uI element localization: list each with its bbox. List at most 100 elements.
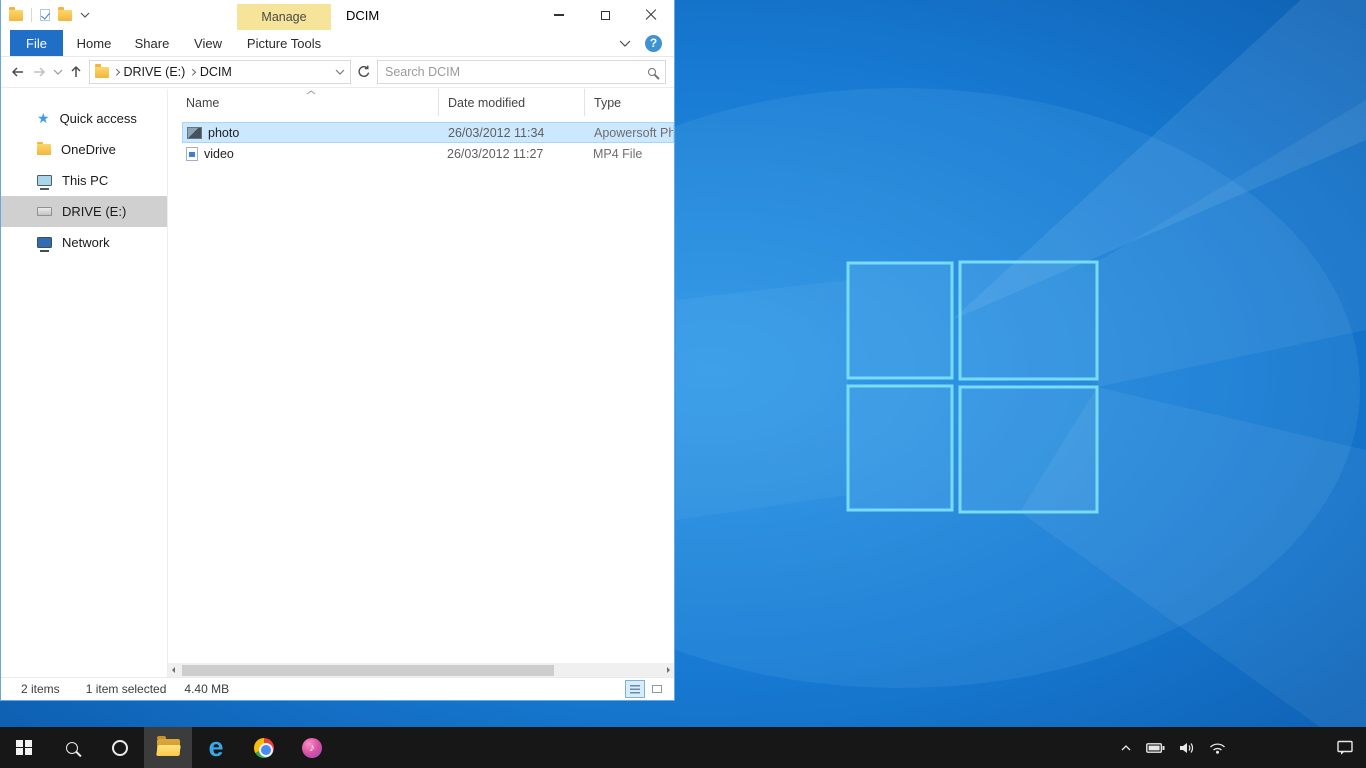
breadcrumb-separator-icon <box>189 69 195 75</box>
breadcrumb-separator-icon <box>113 69 119 75</box>
tab-view[interactable]: View <box>185 30 231 56</box>
file-name-cell: video <box>182 147 438 161</box>
customize-toolbar-chevron-icon[interactable] <box>80 12 90 18</box>
file-name: photo <box>208 126 239 140</box>
hidden-icons-chevron-icon[interactable] <box>1121 745 1131 751</box>
start-button[interactable] <box>0 727 48 768</box>
scrollbar-thumb[interactable] <box>182 665 554 676</box>
column-header-type[interactable]: Type <box>584 89 674 116</box>
help-icon[interactable] <box>645 35 662 52</box>
tab-picture-tools[interactable]: Picture Tools <box>237 30 331 56</box>
minimize-button[interactable] <box>536 0 582 30</box>
recent-locations-chevron-icon[interactable] <box>53 69 63 75</box>
minimize-icon <box>554 14 564 15</box>
sidebar-item-drive-e[interactable]: DRIVE (E:) <box>1 196 167 227</box>
file-row-video[interactable]: video 26/03/2012 11:27 MP4 File <box>182 143 674 164</box>
sidebar-item-label: DRIVE (E:) <box>62 204 126 219</box>
large-icons-view-button[interactable] <box>648 681 666 697</box>
sidebar-item-this-pc[interactable]: This PC <box>1 165 167 196</box>
breadcrumb-dcim[interactable]: DCIM <box>200 65 232 79</box>
this-pc-icon <box>37 175 52 186</box>
breadcrumb-drive[interactable]: DRIVE (E:) <box>124 65 186 79</box>
back-button[interactable] <box>9 64 26 80</box>
status-bar: 2 items 1 item selected 4.40 MB <box>1 677 674 700</box>
tab-home[interactable]: Home <box>71 30 117 56</box>
view-toggles <box>626 681 674 697</box>
itunes-taskbar-button[interactable] <box>288 727 336 768</box>
file-date-cell: 26/03/2012 11:34 <box>439 126 585 140</box>
explorer-window-icon <box>9 10 23 21</box>
edge-taskbar-button[interactable] <box>192 727 240 768</box>
sidebar-item-label: Quick access <box>60 111 137 126</box>
file-row-photo[interactable]: photo 26/03/2012 11:34 Apowersoft Pho <box>182 122 674 143</box>
file-list: Name Date modified Type photo 26/03/2012… <box>168 89 674 677</box>
quick-access-star-icon <box>37 111 50 126</box>
search-box <box>377 60 666 84</box>
close-button[interactable] <box>628 0 674 30</box>
sidebar-item-network[interactable]: Network <box>1 227 167 258</box>
action-center-button[interactable] <box>1337 727 1354 768</box>
title-bar: Manage DCIM <box>1 0 674 30</box>
onedrive-icon <box>37 144 51 155</box>
new-folder-icon[interactable] <box>58 10 72 21</box>
video-file-icon <box>186 147 198 161</box>
details-view-icon <box>630 685 640 694</box>
properties-icon[interactable] <box>40 9 50 21</box>
volume-icon[interactable] <box>1180 742 1194 754</box>
scroll-left-arrow[interactable] <box>172 667 175 673</box>
windows-logo <box>848 262 1097 512</box>
window-title: DCIM <box>346 0 379 30</box>
refresh-button[interactable] <box>356 64 372 80</box>
horizontal-scrollbar[interactable] <box>168 663 674 677</box>
windows-logo-icon <box>16 740 32 756</box>
search-input[interactable] <box>385 65 648 79</box>
maximize-button[interactable] <box>582 0 628 30</box>
details-view-button[interactable] <box>626 681 644 697</box>
column-header-row: Name Date modified Type <box>168 89 674 116</box>
sidebar-item-label: Network <box>62 235 110 250</box>
edge-icon <box>208 734 223 761</box>
network-icon <box>37 237 52 248</box>
cortana-button[interactable] <box>96 727 144 768</box>
file-explorer-icon <box>157 739 180 756</box>
manage-contextual-group[interactable]: Manage <box>237 4 331 30</box>
window-controls <box>536 0 674 30</box>
expand-ribbon-chevron-icon[interactable] <box>619 40 631 47</box>
up-button[interactable] <box>68 64 84 80</box>
file-date-cell: 26/03/2012 11:27 <box>438 147 584 161</box>
forward-button[interactable] <box>31 64 48 80</box>
photo-file-icon <box>187 127 202 139</box>
file-explorer-taskbar-button[interactable] <box>144 727 192 768</box>
quick-access-toolbar <box>9 0 90 30</box>
sidebar-item-quick-access[interactable]: Quick access <box>1 103 167 134</box>
location-folder-icon <box>95 67 109 78</box>
column-label: Date modified <box>448 96 525 110</box>
search-icon[interactable] <box>648 68 656 76</box>
selection-count: 1 item selected <box>86 682 167 696</box>
column-header-name[interactable]: Name <box>168 89 438 116</box>
tab-share[interactable]: Share <box>128 30 176 56</box>
address-bar[interactable]: DRIVE (E:) DCIM <box>89 60 351 84</box>
sort-ascending-icon <box>306 90 316 95</box>
navigation-pane: Quick access OneDrive This PC DRIVE (E:)… <box>1 89 168 677</box>
close-icon <box>645 9 657 21</box>
sidebar-item-onedrive[interactable]: OneDrive <box>1 134 167 165</box>
tab-file[interactable]: File <box>10 30 63 56</box>
drive-icon <box>37 207 52 216</box>
scroll-right-arrow[interactable] <box>667 667 670 673</box>
items-count: 2 items <box>21 682 60 696</box>
large-icons-view-icon <box>652 685 662 693</box>
network-icon[interactable] <box>1209 742 1226 754</box>
cortana-icon <box>112 740 128 756</box>
chrome-taskbar-button[interactable] <box>240 727 288 768</box>
battery-icon[interactable] <box>1146 743 1165 753</box>
address-dropdown-chevron-icon[interactable] <box>335 69 345 75</box>
ribbon-right-controls <box>619 30 674 56</box>
address-bar-row: DRIVE (E:) DCIM <box>1 57 674 88</box>
file-type-cell: MP4 File <box>584 147 674 161</box>
sidebar-item-label: OneDrive <box>61 142 116 157</box>
taskbar-search-button[interactable] <box>48 727 96 768</box>
column-label: Type <box>594 96 621 110</box>
column-header-date-modified[interactable]: Date modified <box>438 89 584 116</box>
system-tray <box>1121 727 1226 768</box>
